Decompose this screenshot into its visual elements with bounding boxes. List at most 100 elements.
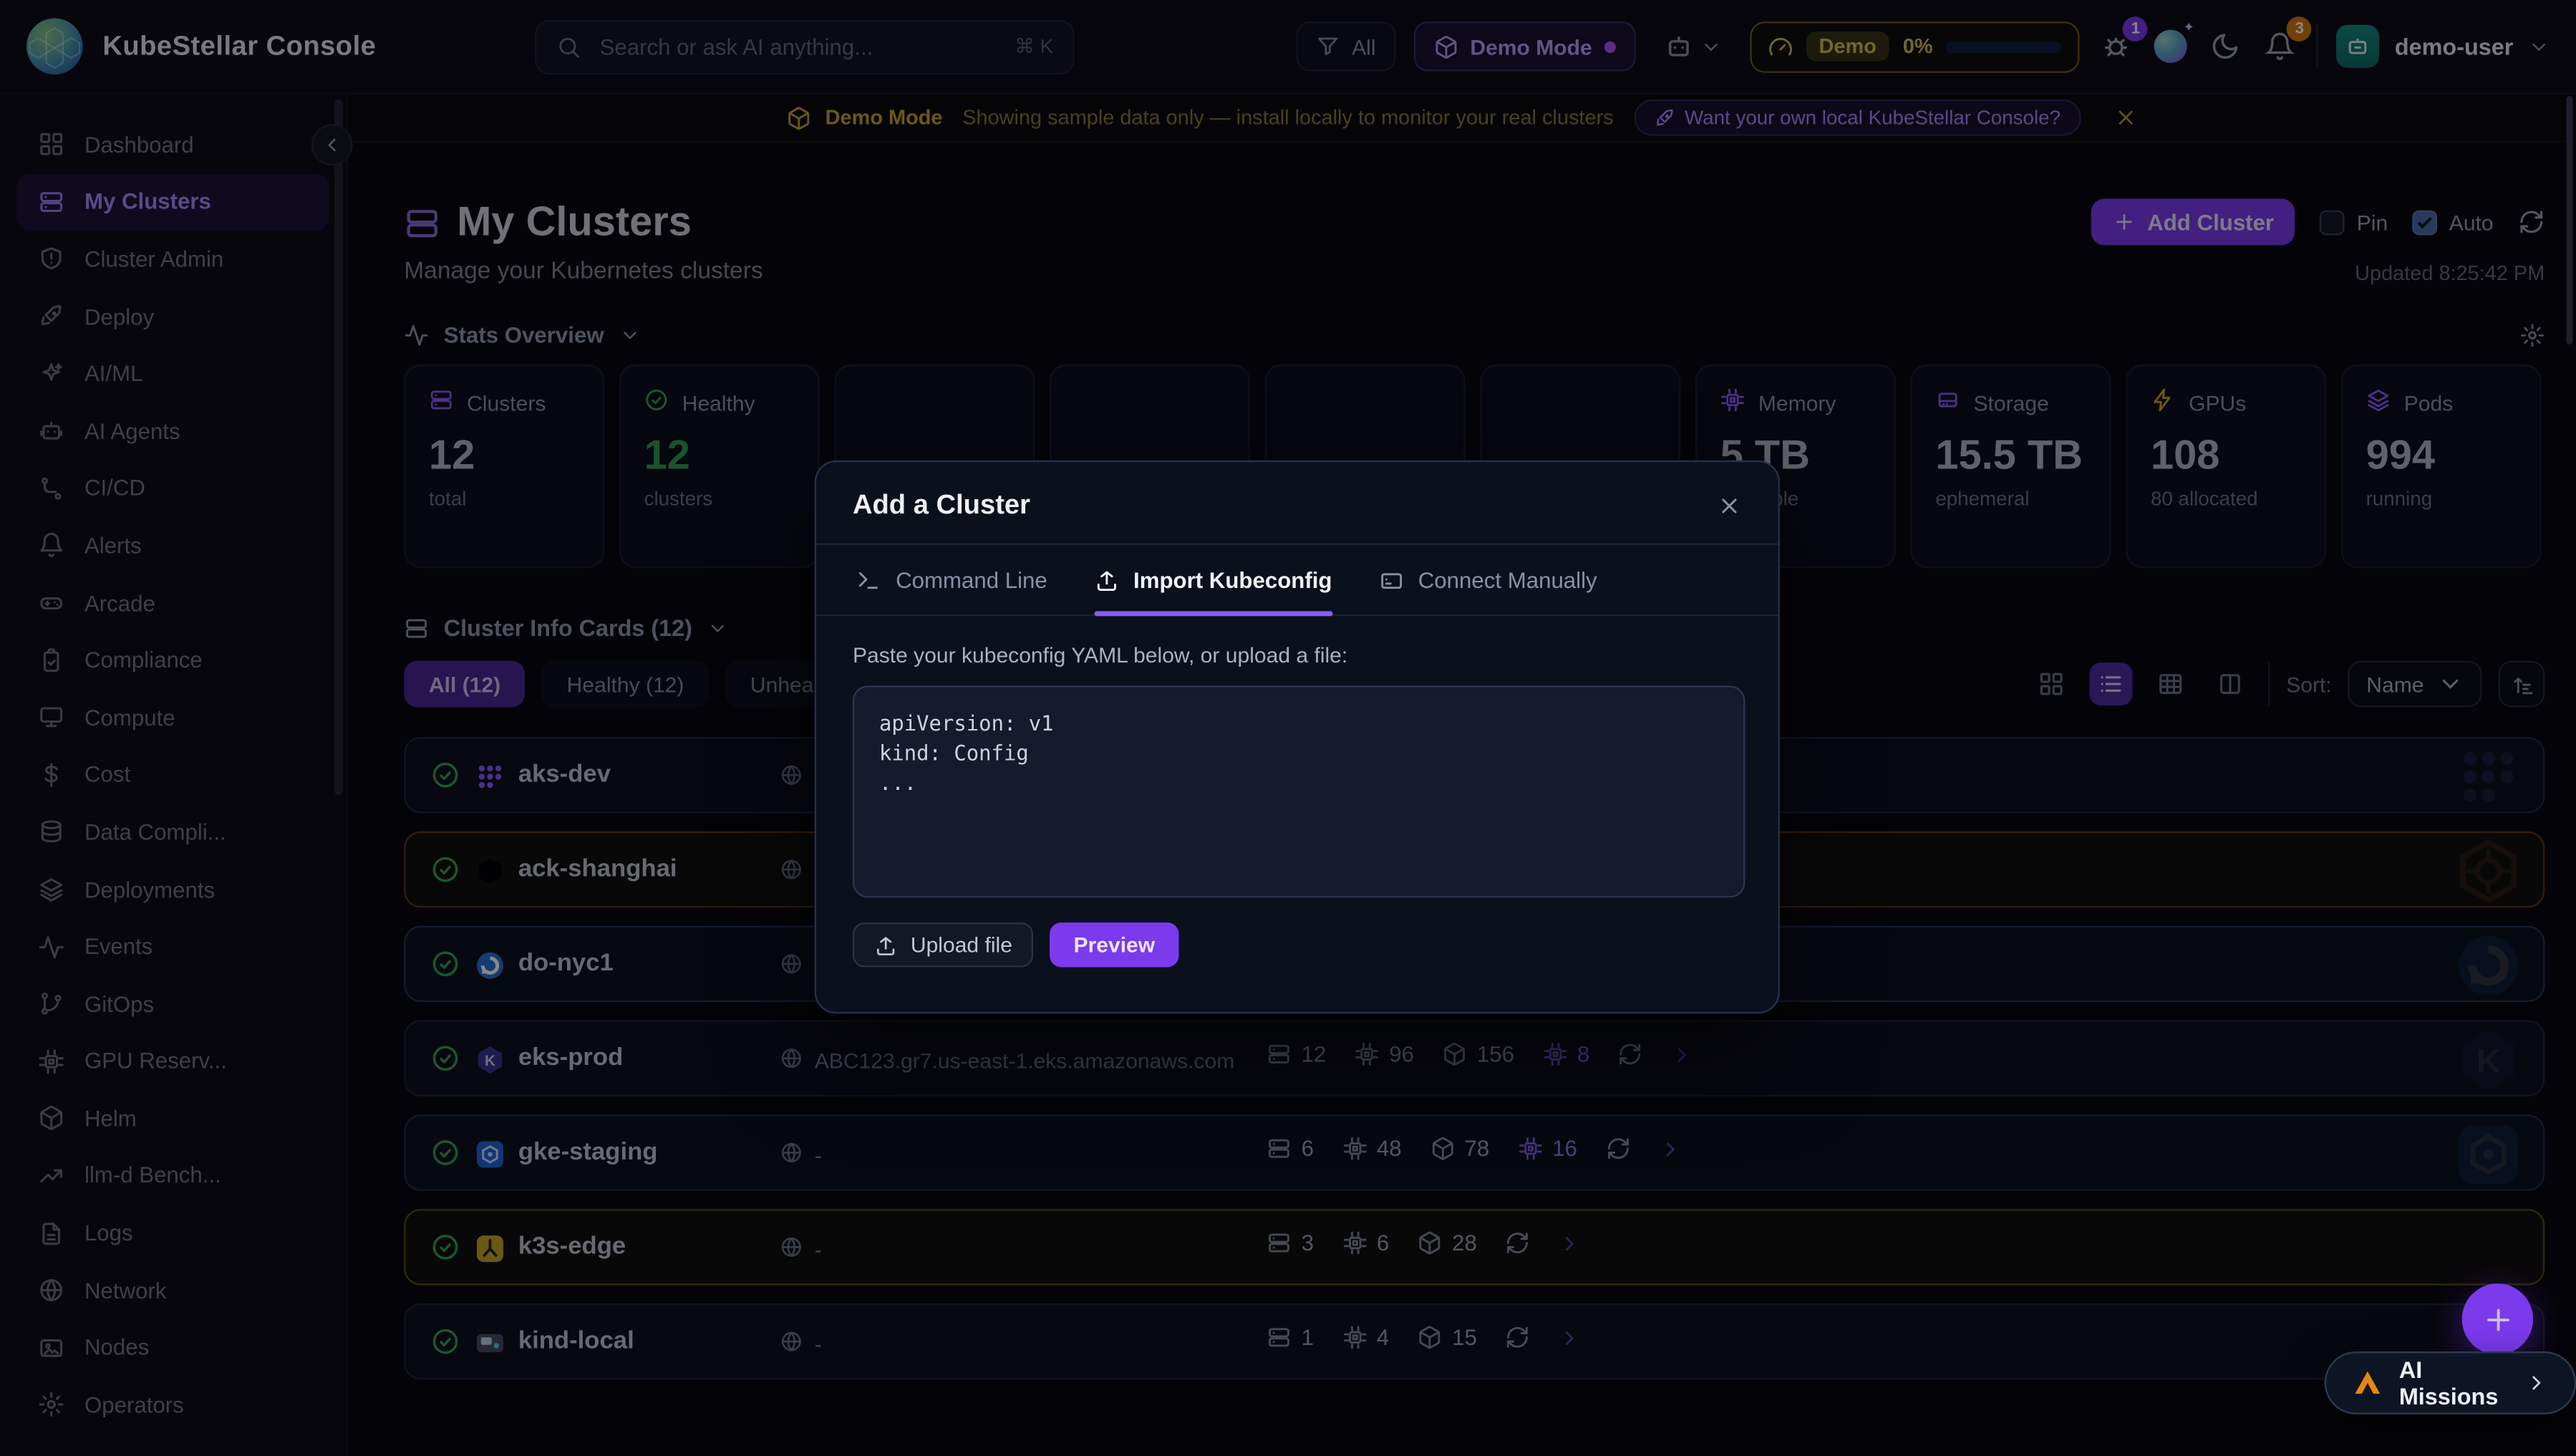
user-menu[interactable]: demo-user	[2337, 25, 2550, 68]
filter-pill-all-12[interactable]: All (12)	[404, 661, 526, 708]
plus-icon	[2481, 1303, 2514, 1336]
page-scrollbar[interactable]	[2566, 96, 2572, 344]
banner-close-icon[interactable]	[2113, 106, 2136, 129]
sidebar-item-my-clusters[interactable]: My Clusters	[16, 173, 329, 231]
box-icon	[38, 1105, 64, 1132]
sidebar-item-label: Deploy	[84, 304, 154, 329]
row-chevron-right-icon[interactable]	[1671, 1043, 1694, 1066]
sidebar-item-helm[interactable]: Helm	[16, 1090, 329, 1147]
sidebar-item-label: Compliance	[84, 648, 203, 673]
sidebar-item-compute[interactable]: Compute	[16, 689, 329, 746]
add-cluster-button[interactable]: Add Cluster	[2091, 199, 2296, 246]
sidebar-item-network[interactable]: Network	[16, 1262, 329, 1319]
stat-card-gpus[interactable]: GPUs 108 80 allocated	[2126, 365, 2326, 568]
tab-command-line[interactable]: Command Line	[856, 545, 1047, 614]
banner-cta-button[interactable]: Want your own local KubeStellar Console?	[1633, 100, 2080, 136]
view-table-button[interactable]	[2149, 662, 2192, 705]
view-list-button[interactable]	[2089, 662, 2132, 705]
gear-icon[interactable]	[2520, 323, 2545, 348]
row-refresh-icon[interactable]	[1505, 1230, 1530, 1255]
filter-pill-healthy-12[interactable]: Healthy (12)	[542, 661, 709, 708]
header-divider	[2317, 25, 2318, 68]
kubeconfig-textarea[interactable]: apiVersion: v1 kind: Config ...	[853, 685, 1745, 897]
filter-all-button[interactable]: All	[1297, 21, 1395, 71]
kubestellar-logo[interactable]	[26, 18, 83, 74]
pin-checkbox[interactable]: Pin	[2320, 210, 2388, 235]
ai-missions-button[interactable]: AI Missions	[2325, 1351, 2576, 1414]
sidebar-collapse-button[interactable]	[311, 124, 353, 165]
global-search[interactable]: ⌘ K	[535, 19, 1075, 74]
view-columns-button[interactable]	[2209, 662, 2252, 705]
sidebar-scrollbar[interactable]	[334, 100, 343, 795]
sidebar-item-nodes[interactable]: Nodes	[16, 1319, 329, 1377]
sidebar-item-data-compli[interactable]: Data Compli...	[16, 804, 329, 861]
sidebar-item-label: Nodes	[84, 1335, 149, 1360]
cluster-row-gke-staging[interactable]: gke-staging - 6487816	[404, 1114, 2544, 1190]
cluster-row-kind-local[interactable]: kind-local - 1415	[404, 1303, 2544, 1379]
sidebar-item-deploy[interactable]: Deploy	[16, 288, 329, 345]
card-icon	[1378, 567, 1403, 592]
row-refresh-icon[interactable]	[1505, 1325, 1530, 1350]
sidebar-item-events[interactable]: Events	[16, 918, 329, 975]
sidebar-item-operators[interactable]: Operators	[16, 1377, 329, 1434]
view-grid-button[interactable]	[2030, 662, 2073, 705]
trend-up-icon	[38, 1162, 64, 1189]
sidebar-item-cluster-admin[interactable]: Cluster Admin	[16, 231, 329, 288]
refresh-icon[interactable]	[2518, 208, 2544, 235]
stat-nodes: 1	[1267, 1325, 1314, 1350]
cluster-row-eks-prod[interactable]: K eks-prod ABC123.gr7.us-east-1.eks.amaz…	[404, 1021, 2544, 1096]
bug-report-button[interactable]: 1	[2098, 28, 2135, 64]
sort-direction-button[interactable]	[2499, 661, 2545, 708]
preview-label: Preview	[1074, 932, 1156, 958]
globe-icon	[780, 953, 803, 975]
stats-overview-toggle[interactable]: Stats Overview	[404, 323, 2544, 348]
theme-toggle-button[interactable]	[2208, 28, 2245, 64]
cluster-row-k3s-edge[interactable]: k3s-edge - 3628	[404, 1209, 2544, 1285]
agents-menu-button[interactable]	[1653, 32, 1731, 62]
tab-label: Connect Manually	[1418, 567, 1597, 592]
tab-connect-manually[interactable]: Connect Manually	[1378, 545, 1597, 614]
banner-title: Demo Mode	[825, 106, 943, 129]
sidebar-item-gitops[interactable]: GitOps	[16, 975, 329, 1033]
auto-checkbox[interactable]: Auto	[2413, 210, 2494, 235]
demo-mode-button[interactable]: Demo Mode	[1414, 21, 1635, 71]
nodes-icon	[1267, 1325, 1292, 1350]
cluster-name: eks-prod	[518, 1043, 624, 1071]
close-icon[interactable]	[1717, 493, 1742, 519]
row-chevron-right-icon[interactable]	[1558, 1326, 1581, 1349]
whats-new-button[interactable]	[2153, 28, 2189, 64]
preview-button[interactable]: Preview	[1050, 922, 1178, 967]
sidebar-item-ci-cd[interactable]: CI/CD	[16, 460, 329, 517]
stat-card-storage[interactable]: Storage 15.5 TB ephemeral	[1911, 365, 2111, 568]
sidebar-item-alerts[interactable]: Alerts	[16, 517, 329, 574]
sidebar-item-logs[interactable]: Logs	[16, 1205, 329, 1262]
upload-file-button[interactable]: Upload file	[853, 922, 1034, 967]
sidebar-item-ai-ml[interactable]: AI/ML	[16, 345, 329, 402]
stat-card-healthy[interactable]: Healthy 12 clusters	[619, 365, 820, 568]
stat-card-clusters[interactable]: Clusters 12 total	[404, 365, 604, 568]
sidebar-item-arcade[interactable]: Arcade	[16, 574, 329, 632]
bug-badge: 1	[2124, 16, 2149, 42]
stat-card-label: Clusters	[467, 390, 546, 415]
row-chevron-right-icon[interactable]	[1558, 1231, 1581, 1254]
row-chevron-right-icon[interactable]	[1658, 1137, 1681, 1160]
row-refresh-icon[interactable]	[1618, 1042, 1643, 1067]
demo-usage-meter[interactable]: Demo 0%	[1749, 21, 2080, 72]
search-input[interactable]	[596, 32, 999, 60]
cluster-info-heading: Cluster Info Cards (12)	[444, 614, 692, 641]
sort-select[interactable]: Name	[2348, 661, 2482, 708]
row-refresh-icon[interactable]	[1605, 1136, 1630, 1161]
notifications-button[interactable]: 3	[2262, 28, 2299, 64]
add-cluster-fab[interactable]	[2462, 1283, 2533, 1354]
tab-import-kubeconfig[interactable]: Import Kubeconfig	[1094, 545, 1332, 614]
sidebar-item-llm-d-bench[interactable]: llm-d Bench...	[16, 1147, 329, 1205]
sidebar-item-gpu-reserv[interactable]: GPU Reserv...	[16, 1033, 329, 1090]
sidebar-item-dashboard[interactable]: Dashboard	[16, 116, 329, 173]
stat-card-label: Storage	[1974, 390, 2049, 415]
sidebar-item-ai-agents[interactable]: AI Agents	[16, 402, 329, 460]
sidebar-item-label: Arcade	[84, 591, 155, 616]
sidebar-item-compliance[interactable]: Compliance	[16, 632, 329, 689]
sidebar-item-deployments[interactable]: Deployments	[16, 861, 329, 918]
stat-card-pods[interactable]: Pods 994 running	[2341, 365, 2542, 568]
sidebar-item-cost[interactable]: Cost	[16, 746, 329, 804]
